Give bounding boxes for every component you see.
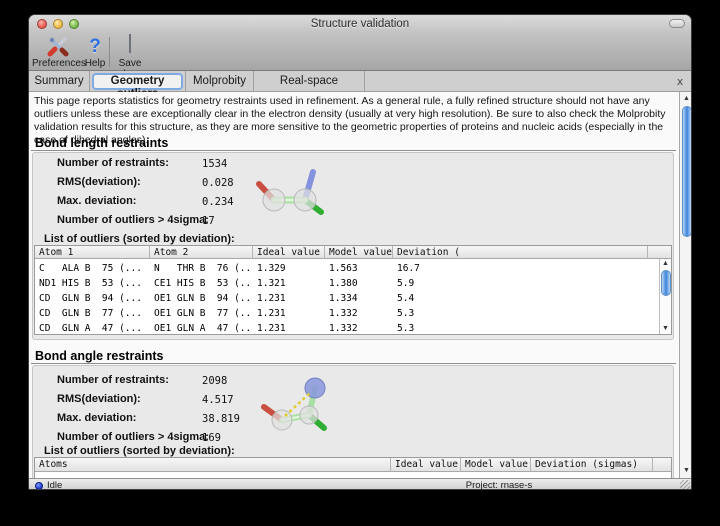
toolbar: Preferences ? Help Save log — [29, 33, 691, 71]
toolbar-separator — [109, 37, 110, 67]
column-header[interactable]: Deviation ( — [393, 246, 648, 259]
table-row[interactable]: C ALA B 75 (... N THR B 76 (... 1.329 1.… — [35, 261, 671, 276]
save-log-button[interactable]: Save log — [113, 35, 147, 69]
stat-value: 4.517 — [202, 394, 234, 406]
column-header[interactable]: Model value — [461, 458, 531, 472]
project-label: Project: rnase-s — [429, 479, 569, 490]
stat-value: 38.819 — [202, 413, 240, 425]
tab-strip: Summary Geometry outliers Molprobity Rea… — [29, 71, 691, 92]
table-row[interactable]: ND1 HIS B 53 (... CE1 HIS B 53 (... 1.32… — [35, 276, 671, 291]
stat-label: RMS(deviation): — [57, 393, 141, 405]
spreadsheet-icon — [113, 35, 147, 58]
column-header[interactable]: Model value — [325, 246, 393, 259]
main-scroll-thumb[interactable] — [682, 106, 692, 237]
desktop-background: Structure validation Preferences ? — [0, 0, 720, 526]
crossed-tools-icon — [32, 35, 84, 58]
stat-value: 1534 — [202, 158, 227, 170]
column-header-filler — [653, 458, 671, 472]
stat-value: 2098 — [202, 375, 227, 387]
geometry-outliers-page: This page reports statistics for geometr… — [29, 92, 679, 478]
table-scroll-thumb[interactable] — [661, 270, 671, 296]
bond-angle-outliers-table: Atoms Ideal value Model value Deviation … — [34, 457, 672, 478]
stat-label: Number of restraints: — [57, 374, 169, 386]
stat-label: Max. deviation: — [57, 412, 136, 424]
bond-angle-panel: Number of restraints: 2098 RMS(deviation… — [32, 365, 674, 478]
column-header[interactable]: Ideal value — [391, 458, 461, 472]
tab-summary[interactable]: Summary — [29, 71, 90, 92]
bond-angle-list-label: List of outliers (sorted by deviation): — [44, 445, 235, 457]
stat-value: 0.234 — [202, 196, 234, 208]
column-header[interactable]: Atom 2 — [150, 246, 253, 259]
toolbar-toggle-button[interactable] — [669, 19, 685, 28]
column-header[interactable]: Ideal value — [253, 246, 325, 259]
stat-label: RMS(deviation): — [57, 176, 141, 188]
table-scrollbar[interactable]: ▲ ▼ — [659, 259, 671, 334]
bond-length-rule — [31, 150, 676, 151]
help-button[interactable]: ? Help — [82, 35, 108, 69]
selected-tab-highlight[interactable]: Geometry outliers — [92, 73, 183, 90]
tab-real-space-correlation[interactable]: Real-space correlation — [254, 71, 365, 92]
column-header-filler — [648, 246, 660, 259]
bond-length-panel: Number of restraints: 1534 RMS(deviation… — [32, 152, 674, 340]
column-header[interactable]: Atoms — [35, 458, 391, 472]
resize-grip[interactable] — [680, 480, 690, 490]
table-header-row: Atoms Ideal value Model value Deviation … — [35, 458, 671, 472]
scroll-down-icon[interactable]: ▼ — [660, 325, 671, 333]
bond-length-list-label: List of outliers (sorted by deviation): — [44, 233, 235, 245]
column-header[interactable]: Deviation (sigmas) — [531, 458, 653, 472]
stat-label: Number of outliers > 4sigma: — [57, 431, 209, 443]
table-row[interactable]: CD GLN B 77 (... OE1 GLN B 77 (... 1.231… — [35, 306, 671, 321]
structure-validation-window: Structure validation Preferences ? — [28, 14, 692, 490]
stat-label: Number of restraints: — [57, 157, 169, 169]
status-text: Idle — [47, 479, 62, 490]
status-bar: Idle Project: rnase-s — [29, 478, 691, 490]
bond-length-heading: Bond length restraints — [35, 136, 168, 150]
tab-geometry-outliers[interactable]: Geometry outliers — [90, 71, 186, 92]
bond-angle-heading: Bond angle restraints — [35, 349, 164, 363]
scroll-up-icon[interactable]: ▲ — [660, 260, 671, 268]
stat-value: 17 — [202, 215, 215, 227]
table-row[interactable]: CD GLN A 47 (... OE1 GLN A 47 (... 1.231… — [35, 321, 671, 335]
main-scrollbar[interactable]: ▲ ▼ — [679, 92, 692, 478]
scroll-down-icon[interactable]: ▼ — [680, 467, 692, 475]
preferences-label: Preferences — [32, 58, 84, 69]
column-header[interactable]: Atom 1 — [35, 246, 150, 259]
scroll-up-icon[interactable]: ▲ — [680, 95, 692, 103]
bond-angle-molecule-graphic — [245, 370, 335, 443]
table-header-row: Atom 1 Atom 2 Ideal value Model value De… — [35, 246, 671, 259]
question-mark-icon: ? — [82, 35, 108, 58]
stat-label: Number of outliers > 4sigma: — [57, 214, 209, 226]
title-bar[interactable]: Structure validation — [29, 15, 691, 33]
stat-value: 0.028 — [202, 177, 234, 189]
stat-label: Max. deviation: — [57, 195, 136, 207]
status-dot-icon — [35, 482, 43, 490]
preferences-button[interactable]: Preferences — [32, 35, 84, 69]
help-label: Help — [82, 58, 108, 69]
stat-value: 169 — [202, 432, 221, 444]
bond-length-outliers-table: Atom 1 Atom 2 Ideal value Model value De… — [34, 245, 672, 335]
tab-molprobity[interactable]: Molprobity — [186, 71, 254, 92]
table-row[interactable]: CD GLN B 94 (... OE1 GLN B 94 (... 1.231… — [35, 291, 671, 306]
bond-angle-rule — [31, 363, 676, 364]
bond-length-molecule-graphic — [247, 156, 331, 223]
window-title: Structure validation — [29, 15, 691, 33]
tab-close-icon[interactable]: x — [674, 76, 686, 88]
